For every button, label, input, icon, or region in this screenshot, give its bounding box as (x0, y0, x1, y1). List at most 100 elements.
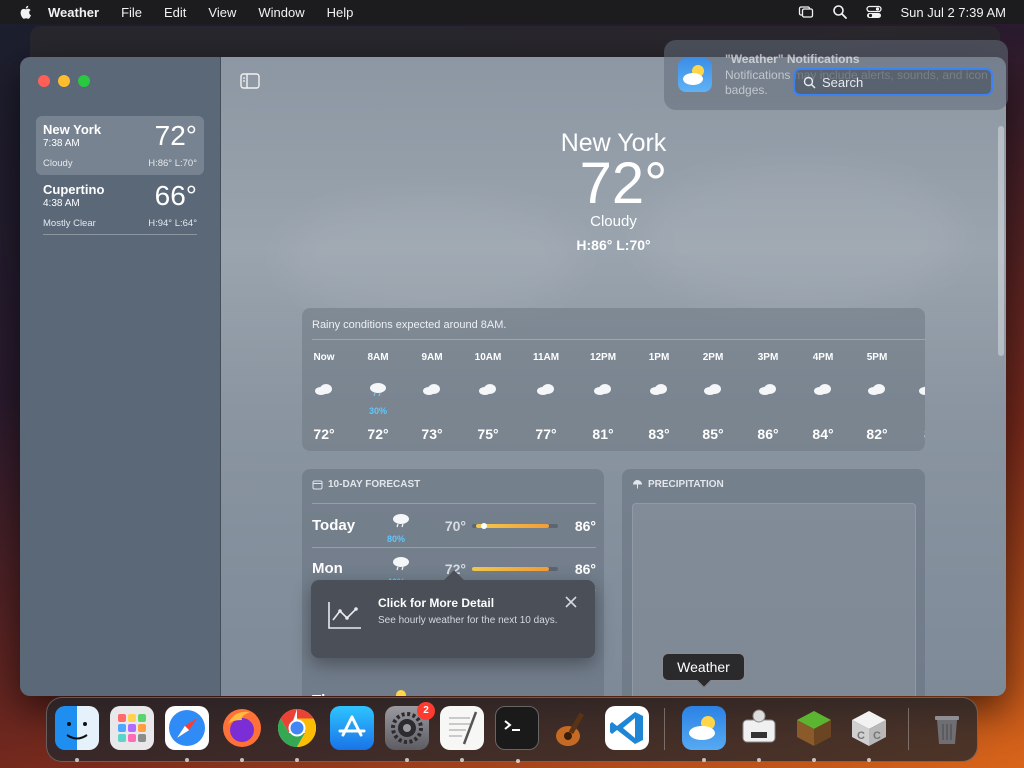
chrome-icon[interactable] (275, 706, 319, 762)
hour-label: 8AM (367, 352, 389, 363)
hour-label: Now (313, 352, 335, 363)
day-label: Thu (312, 692, 390, 696)
cloud-icon (639, 374, 679, 404)
finder-icon[interactable] (55, 706, 99, 762)
trash-icon[interactable] (925, 706, 969, 750)
notification-title: "Weather" Notifications (725, 52, 860, 66)
menu-view[interactable]: View (208, 5, 236, 20)
running-indicator (240, 758, 244, 762)
hourly-forecast[interactable]: Rainy conditions expected around 8AM. No… (302, 308, 925, 451)
minimize-window-button[interactable] (58, 75, 70, 87)
hour-column: 1PM 83° (639, 352, 679, 442)
location-card-cupertino[interactable]: Cupertino 4:38 AM 66° Mostly Clear H:94°… (36, 176, 204, 235)
system-settings-icon[interactable]: 2 (385, 702, 435, 762)
menu-help[interactable]: Help (327, 5, 354, 20)
more-detail-tooltip[interactable]: Click for More Detail See hourly weather… (311, 570, 595, 658)
sun-icon (390, 686, 416, 696)
precipitation-title: PRECIPITATION (622, 469, 925, 490)
low-temp: 70° (444, 517, 466, 534)
weather-app-dock-icon[interactable] (682, 706, 726, 762)
terminal-icon[interactable] (495, 706, 539, 763)
menu-window[interactable]: Window (258, 5, 304, 20)
location-time: 7:38 AM (43, 138, 80, 149)
day-label: Mon (312, 560, 343, 577)
search-icon (803, 76, 816, 89)
location-hilo: H:86° L:70° (148, 158, 197, 169)
hero-hilo: H:86° L:70° (576, 237, 651, 253)
hour-temp: 77° (535, 426, 557, 442)
close-icon[interactable] (564, 595, 578, 609)
svg-text:C: C (857, 730, 865, 742)
apple-menu-icon[interactable] (18, 4, 34, 20)
menu-bar: Weather File Edit View Window Help Sun J… (0, 0, 1024, 24)
textedit-icon[interactable] (440, 706, 484, 762)
hour-column: Now 72° (304, 352, 344, 442)
weather-app-icon (678, 58, 712, 92)
location-hilo: H:94° L:64° (148, 218, 197, 229)
hour-temp: 72° (313, 426, 335, 442)
hour-label: 1PM (648, 352, 670, 363)
menu-app-name[interactable]: Weather (48, 5, 99, 20)
hour-temp: 8 (908, 426, 925, 442)
hour-column: 9AM 73° (412, 352, 452, 442)
menu-file[interactable]: File (121, 5, 142, 20)
safari-icon[interactable] (165, 706, 209, 762)
running-indicator (757, 758, 761, 762)
menu-clock[interactable]: Sun Jul 2 7:39 AM (900, 5, 1006, 20)
current-conditions: New York 72° Cloudy H:86° L:70° (221, 129, 1006, 253)
search-field[interactable]: Search (793, 68, 993, 96)
location-city: Cupertino (43, 182, 105, 197)
location-card-new-york[interactable]: New York 7:38 AM 72° Cloudy H:86° L:70° (36, 116, 204, 175)
zoom-window-button[interactable] (78, 75, 90, 87)
hour-temp: 73° (421, 426, 443, 442)
vscode-icon[interactable] (605, 706, 649, 750)
minecraft-icon[interactable] (792, 706, 836, 762)
hour-label: 2PM (702, 352, 724, 363)
high-temp: 86° (574, 560, 596, 577)
garageband-icon[interactable] (550, 706, 594, 750)
menu-edit[interactable]: Edit (164, 5, 186, 20)
cloud-icon (304, 374, 344, 404)
main-scrollbar[interactable] (998, 126, 1004, 356)
automator-icon[interactable] (737, 706, 781, 762)
running-indicator (812, 758, 816, 762)
cc-app-icon[interactable]: CC (847, 706, 891, 762)
day-label: Today (312, 517, 356, 534)
firefox-icon[interactable] (220, 706, 264, 762)
hour-temp: 72° (367, 426, 389, 442)
cloud-icon (693, 374, 733, 404)
control-center-icon[interactable] (866, 4, 883, 20)
running-indicator (405, 758, 409, 762)
cloud-icon (526, 374, 566, 404)
hour-temp: 85° (702, 426, 724, 442)
hour-label: 6 (908, 352, 925, 363)
close-window-button[interactable] (38, 75, 50, 87)
hour-label: 3PM (757, 352, 779, 363)
cloud-icon (748, 374, 788, 404)
location-divider (43, 234, 197, 235)
low-temp: 73° (428, 693, 466, 697)
cloud-icon (583, 374, 623, 404)
app-store-icon[interactable] (330, 706, 374, 750)
day-row[interactable]: Thu 73° 88° (312, 679, 596, 696)
screen-mirroring-icon[interactable] (798, 4, 814, 20)
hour-column: 8AM 30% 72° (358, 352, 398, 442)
location-city: New York (43, 122, 102, 137)
running-indicator (867, 758, 871, 762)
search-placeholder: Search (822, 74, 864, 90)
day-row[interactable]: Today 80% 70° 86° (312, 504, 596, 547)
line-chart-icon (328, 602, 361, 629)
location-temp: 72° (154, 120, 197, 151)
ten-day-title-text: 10-DAY FORECAST (328, 479, 421, 490)
hour-label: 12PM (589, 352, 617, 363)
spotlight-search-icon[interactable] (832, 4, 848, 20)
sidebar-toggle-icon[interactable] (240, 73, 260, 89)
high-temp: 86° (574, 517, 596, 534)
precip-chance: 80% (387, 533, 406, 544)
cloud-icon (908, 374, 925, 404)
dock: 2 CC (46, 697, 978, 763)
launchpad-icon[interactable] (110, 706, 154, 750)
location-temp: 66° (154, 180, 197, 211)
location-condition: Mostly Clear (43, 218, 96, 229)
precipitation-title-text: PRECIPITATION (648, 479, 724, 490)
